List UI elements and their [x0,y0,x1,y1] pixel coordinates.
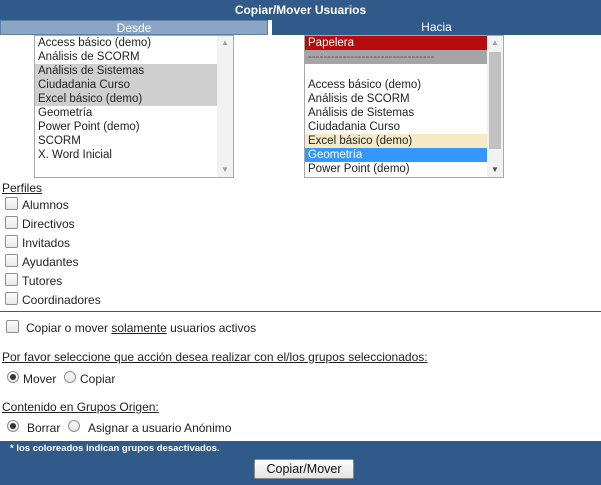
assign-anonymous-label: Asignar a usuario Anónimo [88,421,232,435]
scroll-up-arrow-icon[interactable]: ▲ [487,36,503,50]
profile-checkbox-coordinadores[interactable] [5,292,18,305]
profile-label: Tutores [22,274,63,288]
from-group-option[interactable]: Access básico (demo) [35,36,217,50]
delete-radio[interactable] [7,420,19,432]
scroll-up-arrow-icon[interactable]: ▲ [217,36,233,50]
to-group-option[interactable]: Access básico (demo) [305,78,487,92]
to-group-option[interactable]: Geometría [305,148,487,162]
to-group-option[interactable]: Análisis de Sistemas [305,106,487,120]
from-column-header: Desde [0,20,268,35]
divider [0,311,601,312]
from-group-option[interactable]: Ciudadania Curso [35,78,217,92]
from-group-option[interactable]: SCORM [35,134,217,148]
to-group-list[interactable]: Papelera --------------------------------… [304,35,504,178]
move-radio[interactable] [7,371,19,383]
profile-label: Invitados [22,236,71,250]
profile-label: Alumnos [22,198,69,212]
profile-label: Coordinadores [22,293,101,307]
active-only-label: Copiar o mover solamente usuarios activo… [26,321,257,335]
copy-radio[interactable] [64,371,76,383]
page-title: Copiar/Mover Usuarios [0,0,601,20]
move-label: Mover [23,372,57,386]
assign-anonymous-radio[interactable] [68,420,80,432]
copy-label: Copiar [80,372,116,386]
action-question: Por favor seleccione que acción desea re… [2,350,428,364]
profiles-heading: Perfiles [2,181,43,195]
from-list-scrollbar[interactable]: ▲ ▼ [217,36,233,177]
from-group-option[interactable]: Análisis de Sistemas [35,64,217,78]
footer-note: * los coloreados indican grupos desactiv… [10,443,220,454]
to-group-option[interactable] [305,64,487,78]
to-group-option[interactable]: Papelera [305,36,487,50]
to-group-option[interactable]: --------------------------------- [305,50,487,64]
from-group-option[interactable]: X. Word Inicial [35,148,217,162]
to-group-option[interactable]: Ciudadania Curso [305,120,487,134]
source-content-question: Contenido en Grupos Origen: [2,400,159,414]
to-group-option[interactable]: Power Point (demo) [305,162,487,176]
to-column-header: Hacia [270,20,601,35]
from-group-option[interactable]: Power Point (demo) [35,120,217,134]
to-group-option[interactable]: Excel básico (demo) [305,134,487,148]
from-group-option[interactable]: Análisis de SCORM [35,50,217,64]
profile-checkbox-tutores[interactable] [5,273,18,286]
profile-checkbox-ayudantes[interactable] [5,254,18,267]
footer-bar: * los coloreados indican grupos desactiv… [0,441,601,485]
active-only-checkbox[interactable] [6,320,19,333]
profile-checkbox-directivos[interactable] [5,216,18,229]
scroll-down-arrow-icon[interactable]: ▼ [217,163,233,177]
from-group-option[interactable]: Excel básico (demo) [35,92,217,106]
scroll-down-arrow-icon[interactable]: ▼ [487,163,503,177]
to-group-option[interactable]: SCORM [305,176,487,177]
scrollbar-thumb[interactable] [489,52,501,149]
from-group-list[interactable]: Access básico (demo) Análisis de SCORM Aná… [34,35,234,178]
to-group-option[interactable]: Análisis de SCORM [305,92,487,106]
delete-label: Borrar [27,421,61,435]
profile-label: Ayudantes [22,255,79,269]
profile-label: Directivos [22,217,75,231]
profile-checkbox-invitados[interactable] [5,235,18,248]
from-group-option[interactable]: Geometría [35,106,217,120]
to-list-scrollbar[interactable]: ▲ ▼ [487,36,503,177]
profile-checkbox-alumnos[interactable] [5,197,18,210]
copy-move-button[interactable]: Copiar/Mover [254,459,354,479]
